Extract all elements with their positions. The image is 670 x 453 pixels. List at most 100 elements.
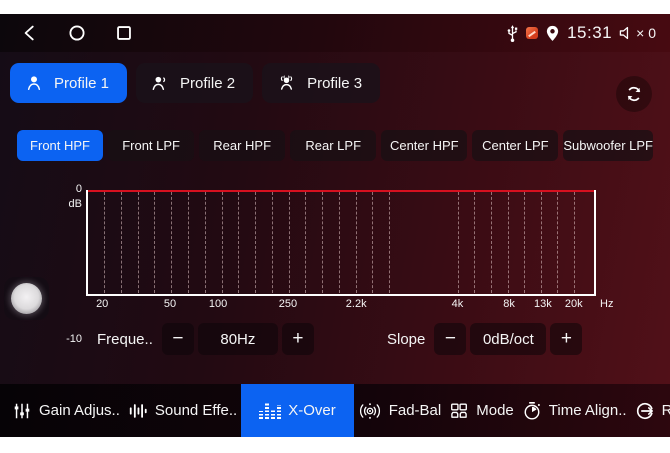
filter-tabs: Front HPF Front LPF Rear HPF Rear LPF Ce… [17, 130, 653, 161]
frequency-value: 80Hz [198, 323, 278, 355]
filter-tab-label: Subwoofer LPF [563, 138, 653, 153]
freq-gridline [205, 192, 206, 293]
plus-icon: + [561, 328, 572, 350]
filter-tab-center-lpf[interactable]: Center LPF [472, 130, 558, 161]
nav-label: Mode [476, 402, 514, 419]
nav-label: X-Over [288, 402, 336, 419]
freq-gridline [372, 192, 373, 293]
sound-effect-icon [128, 401, 148, 421]
nav-xover[interactable]: X-Over [241, 384, 354, 437]
y-axis-unit-label: dB [58, 198, 82, 210]
nav-label: Gain Adjus.. [39, 402, 120, 419]
nav-mode[interactable]: Mode [445, 384, 518, 437]
filter-tab-front-lpf[interactable]: Front LPF [108, 130, 194, 161]
freq-gridline [491, 192, 492, 293]
system-nav [0, 21, 136, 45]
device-screen: 15:31 × 0 Profile 1 [0, 14, 670, 437]
status-bar: 15:31 × 0 [0, 14, 670, 52]
filter-tab-label: Center LPF [482, 138, 548, 153]
slope-minus-button[interactable]: − [434, 323, 466, 355]
volume-status: × 0 [619, 25, 656, 41]
status-indicators: 15:31 × 0 [506, 23, 670, 43]
profile-tab-label: Profile 1 [54, 75, 109, 92]
filter-tab-label: Rear LPF [305, 138, 361, 153]
freq-gridline [524, 192, 525, 293]
filter-tab-center-hpf[interactable]: Center HPF [381, 130, 467, 161]
refresh-button[interactable] [616, 76, 652, 112]
freq-gridline [104, 192, 105, 293]
person-sound-icon [150, 73, 170, 93]
back-icon[interactable] [18, 21, 42, 45]
freq-gridline [154, 192, 155, 293]
minus-icon: − [172, 328, 183, 350]
freq-gridline [541, 192, 542, 293]
x-tick-label: 50 [164, 298, 176, 310]
nav-fad-bal[interactable]: Fad-Bal [354, 384, 446, 437]
home-icon[interactable] [65, 21, 89, 45]
profile-tab-3[interactable]: Profile 3 [262, 63, 380, 103]
knob-icon [11, 283, 42, 314]
app-chip-icon [526, 27, 538, 39]
volume-knob[interactable] [4, 277, 49, 320]
x-tick-label: 250 [279, 298, 297, 310]
freq-gridline [238, 192, 239, 293]
filter-tab-label: Front HPF [30, 138, 90, 153]
graph-gridlines [88, 192, 594, 293]
x-tick-label: 4k [452, 298, 464, 310]
person-icon [24, 73, 44, 93]
frequency-plus-button[interactable]: + [282, 323, 314, 355]
freq-gridline [322, 192, 323, 293]
freq-gridline [255, 192, 256, 293]
slope-plus-button[interactable]: + [550, 323, 582, 355]
slope-value: 0dB/oct [470, 323, 546, 355]
frequency-response-graph [86, 190, 596, 296]
freq-gridline [474, 192, 475, 293]
recents-icon[interactable] [112, 21, 136, 45]
refresh-icon [624, 84, 644, 104]
bottom-nav: Gain Adjus.. Sound Effe.. X-Over [0, 384, 670, 437]
nav-sound-effect[interactable]: Sound Effe.. [124, 384, 241, 437]
nav-label: Time Align.. [549, 402, 627, 419]
profile-tab-label: Profile 3 [307, 75, 362, 92]
nav-gain-adjust[interactable]: Gain Adjus.. [8, 384, 124, 437]
slope-label: Slope [387, 331, 425, 348]
freq-gridline [356, 192, 357, 293]
freq-gridline [188, 192, 189, 293]
freq-gridline [458, 192, 459, 293]
x-tick-label: 100 [209, 298, 227, 310]
minus-icon: − [445, 328, 456, 350]
filter-tab-subwoofer-lpf[interactable]: Subwoofer LPF [563, 130, 653, 161]
clock: 15:31 [567, 23, 612, 43]
freq-gridline [557, 192, 558, 293]
person-broadcast-icon [276, 73, 297, 93]
profile-tab-2[interactable]: Profile 2 [136, 63, 253, 103]
gain-sliders-icon [12, 401, 32, 421]
x-axis-unit-label: Hz [600, 298, 613, 310]
filter-tab-label: Rear HPF [213, 138, 271, 153]
freq-gridline [389, 192, 390, 293]
volume-level: × 0 [636, 25, 656, 41]
nav-label: Fad-Bal [389, 402, 442, 419]
freq-gridline [171, 192, 172, 293]
xover-panel: Profile 1 Profile 2 [0, 52, 670, 384]
nav-return[interactable]: Return [631, 384, 670, 437]
nav-time-align[interactable]: Time Align.. [518, 384, 631, 437]
freq-gridline [339, 192, 340, 293]
x-tick-label: 13k [534, 298, 552, 310]
profile-tab-1[interactable]: Profile 1 [10, 63, 127, 103]
filter-tab-rear-hpf[interactable]: Rear HPF [199, 130, 285, 161]
nav-label: Sound Effe.. [155, 402, 237, 419]
filter-tab-label: Front LPF [122, 138, 180, 153]
head-unit-screenshot: 15:31 × 0 Profile 1 [0, 0, 670, 453]
return-arrow-icon [635, 401, 655, 421]
frequency-minus-button[interactable]: − [162, 323, 194, 355]
speaker-mute-icon [619, 26, 634, 40]
frequency-label: Freque.. [97, 331, 153, 348]
filter-tab-front-hpf[interactable]: Front HPF [17, 130, 103, 161]
filter-tab-rear-lpf[interactable]: Rear LPF [290, 130, 376, 161]
location-icon [545, 25, 560, 42]
x-tick-label: 8k [503, 298, 515, 310]
nav-label: Return [662, 402, 670, 419]
frequency-value-text: 80Hz [220, 331, 255, 348]
freq-gridline [222, 192, 223, 293]
